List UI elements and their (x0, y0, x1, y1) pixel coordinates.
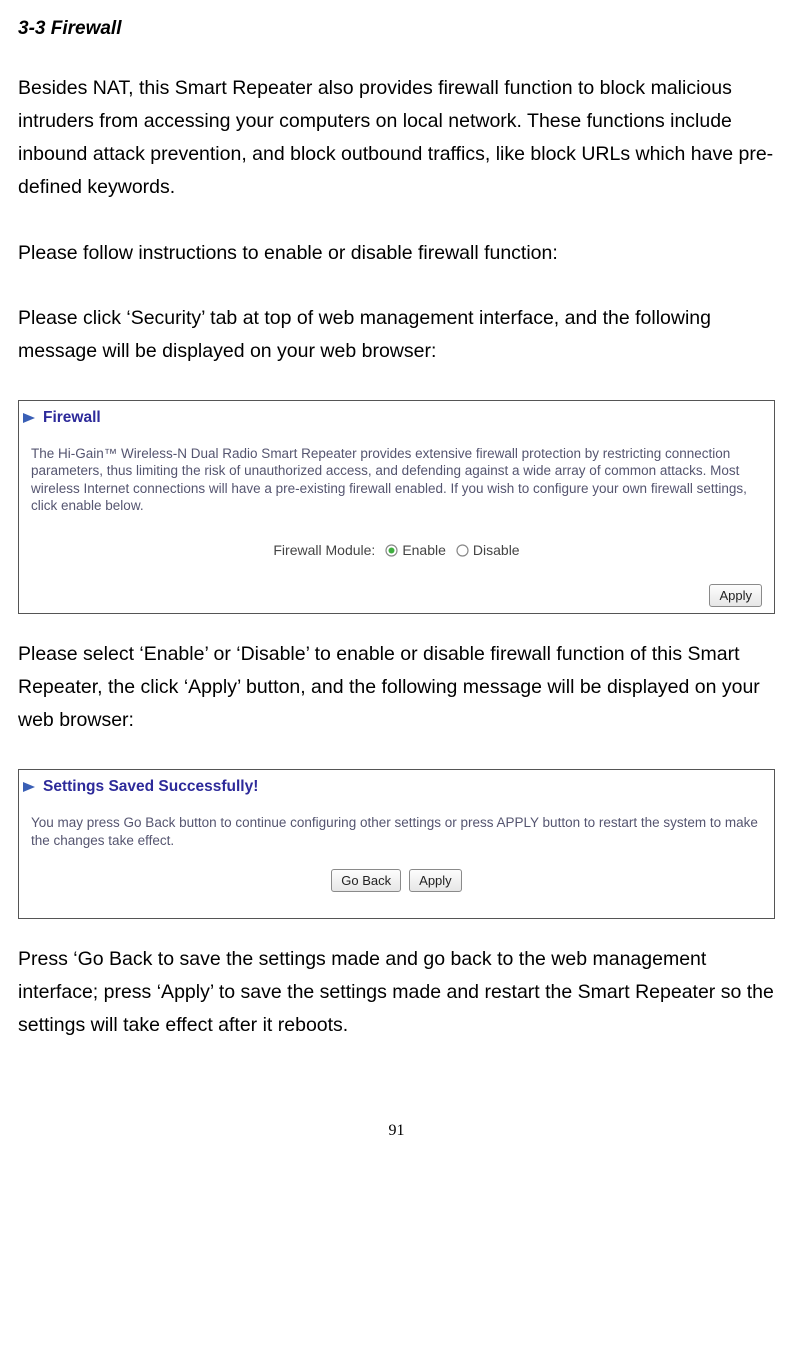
firewall-module-label: Firewall Module: (273, 542, 375, 558)
settings-saved-header: Settings Saved Successfully! (19, 770, 774, 802)
apply-row: Apply (19, 584, 774, 613)
firewall-description: The Hi-Gain™ Wireless-N Dual Radio Smart… (31, 445, 762, 514)
firewall-panel: Firewall The Hi-Gain™ Wireless-N Dual Ra… (18, 400, 775, 614)
go-back-button[interactable]: Go Back (331, 869, 401, 892)
disable-radio-group[interactable]: Disable (456, 542, 520, 558)
enable-radio-group[interactable]: Enable (385, 542, 446, 558)
disable-label: Disable (473, 542, 520, 558)
triangle-right-icon (21, 411, 39, 425)
apply-button[interactable]: Apply (409, 869, 462, 892)
triangle-right-icon (21, 780, 39, 794)
paragraph-press-goback: Press ‘Go Back to save the settings made… (18, 943, 775, 1042)
paragraph-intro: Besides NAT, this Smart Repeater also pr… (18, 72, 775, 205)
paragraph-follow: Please follow instructions to enable or … (18, 237, 775, 270)
settings-saved-body: You may press Go Back button to continue… (19, 802, 774, 918)
apply-button[interactable]: Apply (709, 584, 762, 607)
paragraph-click-security: Please click ‘Security’ tab at top of we… (18, 302, 775, 368)
section-title: 3-3 Firewall (18, 18, 775, 40)
settings-saved-panel: Settings Saved Successfully! You may pre… (18, 769, 775, 919)
firewall-panel-body: The Hi-Gain™ Wireless-N Dual Radio Smart… (19, 433, 774, 584)
button-row: Go Back Apply (31, 869, 762, 892)
firewall-module-row: Firewall Module: Enable Disable (31, 542, 762, 558)
firewall-panel-title: Firewall (43, 409, 101, 427)
radio-unselected-icon (456, 544, 469, 557)
settings-saved-text: You may press Go Back button to continue… (31, 814, 762, 849)
page-number: 91 (18, 1122, 775, 1150)
paragraph-select-enable: Please select ‘Enable’ or ‘Disable’ to e… (18, 638, 775, 737)
enable-label: Enable (402, 542, 446, 558)
firewall-panel-header: Firewall (19, 401, 774, 433)
settings-saved-title: Settings Saved Successfully! (43, 778, 258, 796)
radio-selected-icon (385, 544, 398, 557)
